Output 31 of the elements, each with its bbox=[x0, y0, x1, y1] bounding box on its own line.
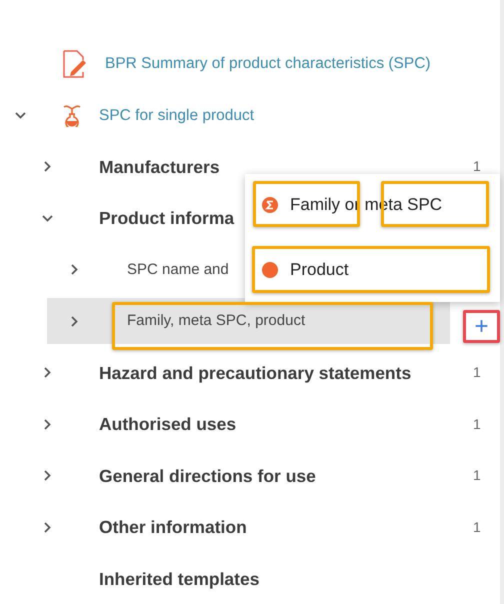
item-count: 1 bbox=[473, 157, 481, 176]
item-label: SPC name and bbox=[127, 260, 229, 280]
chevron-right-icon[interactable] bbox=[44, 470, 50, 482]
item-label: Authorised uses bbox=[99, 413, 236, 436]
menu-item[interactable]: Product bbox=[262, 251, 349, 289]
item-label: Other information bbox=[99, 516, 247, 540]
chevron-right-icon[interactable] bbox=[70, 264, 78, 276]
chevron-right-icon[interactable] bbox=[70, 316, 78, 327]
highlight-frame bbox=[463, 310, 500, 343]
item-count: 1 bbox=[473, 466, 481, 486]
item-count: 1 bbox=[473, 518, 481, 537]
document-pencil-icon bbox=[62, 50, 88, 78]
item-label: Inherited templates bbox=[99, 568, 260, 591]
chevron-right-icon[interactable] bbox=[44, 522, 50, 533]
chevron-down-icon[interactable] bbox=[42, 214, 52, 222]
item-count: 1 bbox=[473, 363, 481, 382]
item-label: Family, meta SPC, product bbox=[127, 311, 306, 331]
item-label: Hazard and precautionary statements bbox=[99, 362, 412, 385]
item-label: Product informa bbox=[99, 207, 234, 230]
item-label: BPR Summary of product characteristics (SPC) bbox=[105, 54, 431, 74]
item-label: Manufacturers bbox=[99, 156, 220, 179]
chevron-right-icon[interactable] bbox=[44, 418, 50, 430]
item-label: General directions for use bbox=[99, 464, 316, 488]
chevron-right-icon[interactable] bbox=[44, 161, 50, 172]
item-count: 1 bbox=[473, 414, 481, 434]
chevron-down-icon[interactable] bbox=[14, 112, 26, 119]
sigma-icon bbox=[262, 197, 278, 213]
add-button[interactable]: + bbox=[466, 312, 497, 341]
chevron-right-icon[interactable] bbox=[44, 367, 50, 378]
flask-icon bbox=[62, 103, 82, 128]
item-label: SPC for single product bbox=[99, 106, 254, 126]
